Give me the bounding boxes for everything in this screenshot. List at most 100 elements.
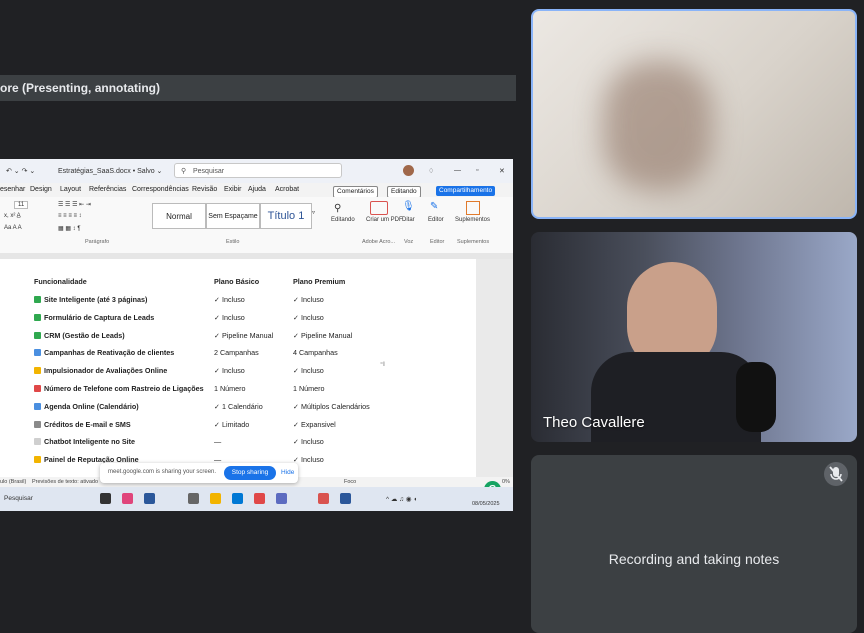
pdf-icon[interactable] [370, 201, 388, 215]
menu-tab[interactable]: Acrobat [275, 186, 299, 193]
menu-tab[interactable]: Layout [60, 186, 81, 193]
document-title[interactable]: Estratégias_SaaS.docx • Salvo ⌄ [58, 167, 162, 175]
dictate-tool[interactable]: Ditar [402, 217, 415, 223]
copilot-icon[interactable] [122, 493, 133, 504]
addins-icon[interactable] [466, 201, 480, 215]
outlook-icon[interactable] [232, 493, 243, 504]
shared-screen: ↶ ⌄ ↷ ⌄ Estratégias_SaaS.docx • Salvo ⌄ … [0, 159, 513, 511]
menu-tab[interactable]: Referências [89, 186, 126, 193]
language-status[interactable]: ulo (Brasil) [0, 479, 26, 485]
style-no-spacing[interactable]: Sem Espaçame [206, 203, 260, 229]
feature-icon [34, 367, 41, 375]
participant-tile-theo[interactable] [531, 232, 857, 442]
menu-tab[interactable]: Revisão [192, 186, 217, 193]
focus-button[interactable]: Foco [344, 479, 356, 485]
table-row-basic: ✓ Incluso [214, 312, 245, 322]
settings-icon[interactable] [276, 493, 287, 504]
blurred-participant-video [603, 61, 713, 191]
zoom-level[interactable]: 0% [502, 479, 510, 485]
styles-expand-icon[interactable]: ▿ [312, 209, 315, 216]
menu-tab[interactable]: Ajuda [248, 186, 266, 193]
lightbulb-icon[interactable]: ♢ [428, 167, 434, 175]
windows-taskbar: Pesquisar ^ ☁ ♫ ◉ ◖ 08/05/2025 [0, 487, 513, 511]
table-row-feature: Agenda Online (Calendário) [34, 402, 139, 411]
feature-icon [34, 402, 41, 410]
word-ribbon: 11 x, x² A̲ Aa A A ☰ ☰ ☰ ⇤ ⇥ ≡ ≡ ≡ ≡ ↕ ▦… [0, 197, 513, 254]
editor-pen-icon[interactable]: ✎ [430, 201, 438, 212]
table-header-premium: Plano Premium [293, 277, 346, 286]
document-page[interactable]: Funcionalidade Plano Básico Plano Premiu… [0, 259, 476, 485]
feature-label: Chatbot Inteligente no Site [44, 437, 136, 447]
minimize-icon[interactable]: — [454, 167, 461, 174]
shading-icons[interactable]: ▦ ▦ ↕ ¶ [58, 225, 81, 232]
table-row-basic: 1 Número [214, 384, 246, 393]
table-row-feature: Créditos de E-mail e SMS [34, 420, 131, 429]
close-icon[interactable]: ✕ [499, 167, 505, 175]
style-heading-1[interactable]: Título 1 [260, 203, 312, 229]
table-row-basic: ✓ Pipeline Manual [214, 330, 274, 340]
menu-tab[interactable]: Design [30, 186, 52, 193]
style-normal[interactable]: Normal [152, 203, 206, 229]
word-app-icon[interactable] [144, 493, 155, 504]
font-color-icons[interactable]: Aa A A [4, 225, 22, 231]
table-row-basic: ✓ Incluso [214, 295, 245, 304]
word-search-input[interactable]: ⚲ Pesquisar [174, 163, 342, 178]
notes-recorder-tile[interactable] [531, 455, 857, 633]
feature-label: Campanhas de Reativação de clientes [44, 348, 175, 358]
list-icons[interactable]: ☰ ☰ ☰ ⇤ ⇥ [58, 201, 91, 208]
feature-label: CRM (Gestão de Leads) [44, 330, 125, 340]
table-row-feature: Impulsionador de Avaliações Online [34, 366, 167, 375]
table-row-premium: ✓ Incluso [293, 312, 324, 322]
table-row-basic: ✓ 1 Calendário [214, 401, 263, 411]
taskbar-search[interactable]: Pesquisar [4, 495, 33, 502]
font-format-icons[interactable]: x, x² A̲ [4, 213, 21, 219]
share-notice-text: meet.google.com is sharing your screen. [108, 469, 217, 475]
editing-tool[interactable]: Editando [331, 217, 355, 223]
group-label: Voz [404, 239, 414, 245]
table-row-premium: ✓ Incluso [293, 366, 324, 376]
group-label: Adobe Acro... [362, 239, 396, 245]
user-avatar[interactable] [403, 165, 414, 176]
align-icons[interactable]: ≡ ≡ ≡ ≡ ↕ [58, 213, 82, 219]
feature-icon [34, 296, 41, 303]
microphone-icon[interactable]: 🎙 [402, 201, 415, 212]
share-button[interactable]: Compartilhamento [436, 186, 496, 196]
table-row-basic: ✓ Limitado [214, 419, 250, 429]
feature-label: Site Inteligente (até 3 páginas) [44, 295, 148, 304]
menu-tab[interactable]: Correspondências [132, 186, 189, 193]
calculator-icon[interactable] [188, 493, 199, 504]
task-view-icon[interactable] [100, 493, 111, 504]
file-explorer-icon[interactable] [210, 493, 221, 504]
participant-name: Theo Cavallere [543, 414, 645, 431]
table-row-feature: Formulário de Captura de Leads [34, 313, 154, 322]
hide-notice-button[interactable]: Hide [281, 469, 294, 476]
feature-label: Formulário de Captura de Leads [44, 312, 155, 322]
feature-icon [34, 331, 41, 339]
undo-icon[interactable]: ↶ ⌄ ↷ ⌄ [6, 167, 35, 175]
create-pdf-tool[interactable]: Criar um PDF [366, 217, 403, 223]
stop-sharing-button[interactable]: Stop sharing [224, 466, 276, 480]
menu-tab[interactable]: esenhar [0, 186, 25, 193]
word-menubar: esenhar Design Layout Referências Corres… [0, 183, 513, 198]
acrobat-icon[interactable] [318, 493, 329, 504]
chrome-icon[interactable] [254, 493, 265, 504]
table-row-feature: Site Inteligente (até 3 páginas) [34, 295, 147, 304]
feature-icon [34, 456, 41, 464]
word-window-icon[interactable] [340, 493, 351, 504]
screen-share-notice: meet.google.com is sharing your screen. … [100, 463, 298, 483]
find-icon[interactable]: ⚲ [334, 203, 341, 214]
feature-icon [34, 420, 41, 428]
table-header-feature: Funcionalidade [34, 277, 87, 286]
mic-off-icon [824, 462, 848, 486]
group-label: Estilo [226, 239, 240, 245]
font-size-select[interactable]: 11 [14, 201, 29, 209]
table-row-premium: 4 Campanhas [293, 348, 338, 358]
restore-icon[interactable]: ▫ [476, 167, 478, 174]
participant-tile-blurred[interactable] [531, 9, 857, 219]
addins-tool[interactable]: Suplementos [455, 217, 490, 223]
editor-tool[interactable]: Editor [428, 217, 444, 223]
menu-tab[interactable]: Exibir [224, 186, 242, 193]
text-predictions-status[interactable]: Previsões de texto: ativado [32, 479, 98, 485]
table-row-premium: ✓ Pipeline Manual [293, 330, 353, 340]
system-tray-icons[interactable]: ^ ☁ ♫ ◉ ◖ [386, 495, 417, 503]
